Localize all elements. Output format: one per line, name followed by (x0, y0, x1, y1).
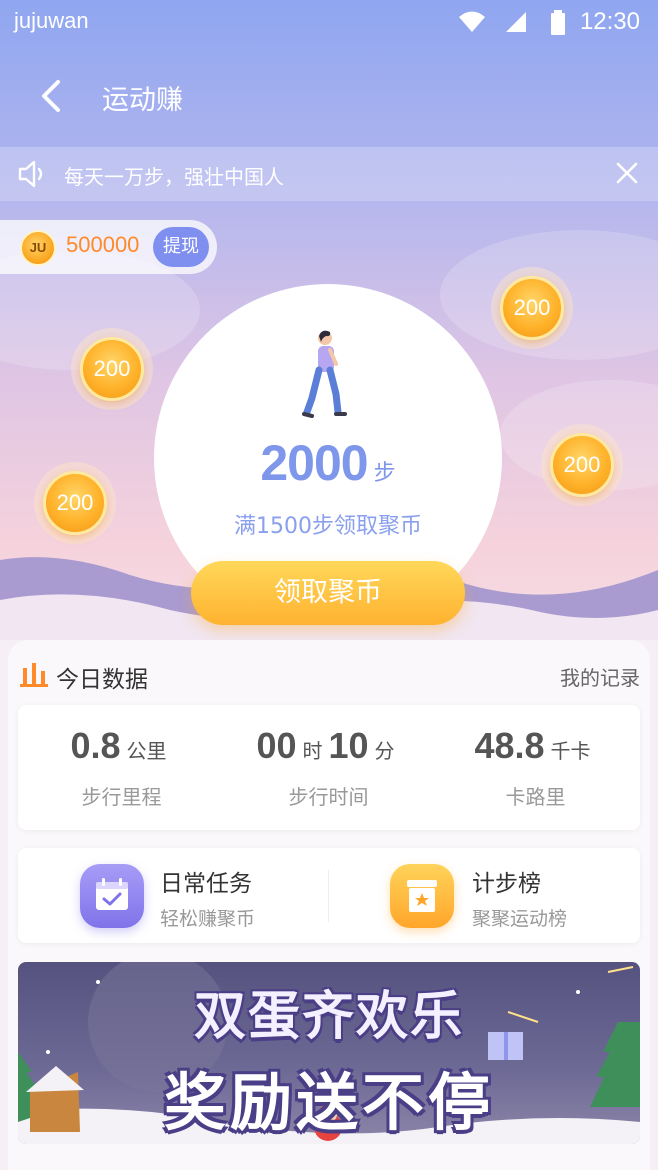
withdraw-button[interactable]: 提现 (153, 227, 209, 267)
hero-area: jujuwan 12:30 运动赚 每天一万步，强壮中国人 JU 500000 … (0, 0, 658, 640)
coin-value: 200 (550, 433, 614, 497)
speaker-icon (16, 158, 48, 194)
step-count: 2000 步 (154, 434, 502, 492)
distance-label: 步行里程 (81, 785, 162, 809)
step-ranking-entry[interactable]: 计步榜 聚聚运动榜 (329, 848, 640, 943)
clock: 12:30 (579, 8, 640, 35)
status-bar: jujuwan 12:30 (0, 0, 658, 46)
section-title: 今日数据 (56, 667, 148, 693)
tasks-card: 日常任务 轻松赚聚币 计步榜 聚聚运动榜 (18, 848, 640, 943)
stat-distance: 0.8 公里 步行里程 (18, 725, 225, 810)
my-records-link[interactable]: 我的记录 (560, 662, 640, 691)
hours-unit: 时 (302, 739, 323, 763)
notice-text: 每天一万步，强壮中国人 (64, 165, 284, 189)
daily-tasks-title: 日常任务 (160, 871, 252, 897)
bar-chart-icon (20, 660, 48, 692)
promo-banner[interactable]: 双蛋齐欢乐 奖励送不停 (18, 962, 640, 1144)
step-count-unit: 步 (373, 461, 396, 486)
carrier-name: jujuwan (14, 8, 89, 33)
banner-headline: 双蛋齐欢乐 (193, 987, 464, 1047)
stat-duration: 00 时 10 分 步行时间 (225, 725, 432, 810)
banner-subheadline: 奖励送不停 (163, 1066, 494, 1139)
bonus-coin[interactable]: 200 (71, 328, 153, 410)
coin-value: 200 (80, 337, 144, 401)
claim-coins-button[interactable]: 领取聚币 (191, 561, 465, 625)
distance-value: 0.8 (70, 725, 121, 766)
notice-bar: 每天一万步，强壮中国人 (0, 147, 658, 201)
ju-coin-icon: JU (20, 230, 56, 266)
battery-icon (550, 10, 566, 42)
nav-bar: 运动赚 (0, 60, 658, 132)
today-data-header: 今日数据 我的记录 (20, 656, 640, 696)
calories-label: 卡路里 (505, 785, 566, 809)
calories-value: 48.8 (474, 725, 545, 766)
back-button[interactable] (30, 74, 74, 118)
step-ranking-subtitle: 聚聚运动榜 (472, 908, 568, 930)
minutes-unit: 分 (374, 739, 395, 763)
coin-value: 200 (500, 276, 564, 340)
step-ranking-title: 计步榜 (472, 871, 541, 897)
walking-person-icon (302, 328, 354, 424)
daily-tasks-entry[interactable]: 日常任务 轻松赚聚币 (18, 848, 329, 943)
signal-icon (504, 10, 528, 40)
coin-value: 200 (43, 471, 107, 535)
bonus-coin[interactable]: 200 (491, 267, 573, 349)
balance-amount: 500000 (66, 232, 140, 257)
hours-value: 00 (256, 725, 297, 766)
star-box-icon (390, 864, 454, 928)
minutes-value: 10 (328, 725, 369, 766)
calendar-check-icon (80, 864, 144, 928)
today-stats-card: 0.8 公里 步行里程 00 时 10 分 步行时间 48.8 千卡 卡路里 (18, 705, 640, 830)
wifi-icon (458, 10, 486, 40)
daily-tasks-subtitle: 轻松赚聚币 (160, 908, 256, 930)
bonus-coin[interactable]: 200 (541, 424, 623, 506)
stat-calories: 48.8 千卡 卡路里 (432, 725, 639, 810)
close-icon[interactable] (614, 160, 640, 190)
calories-unit: 千卡 (550, 739, 591, 763)
step-count-value: 2000 (260, 435, 368, 491)
duration-label: 步行时间 (288, 785, 369, 809)
distance-unit: 公里 (126, 739, 167, 763)
chevron-left-icon (42, 80, 60, 112)
coin-balance: JU 500000 提现 (0, 220, 217, 274)
page-title: 运动赚 (102, 85, 183, 116)
